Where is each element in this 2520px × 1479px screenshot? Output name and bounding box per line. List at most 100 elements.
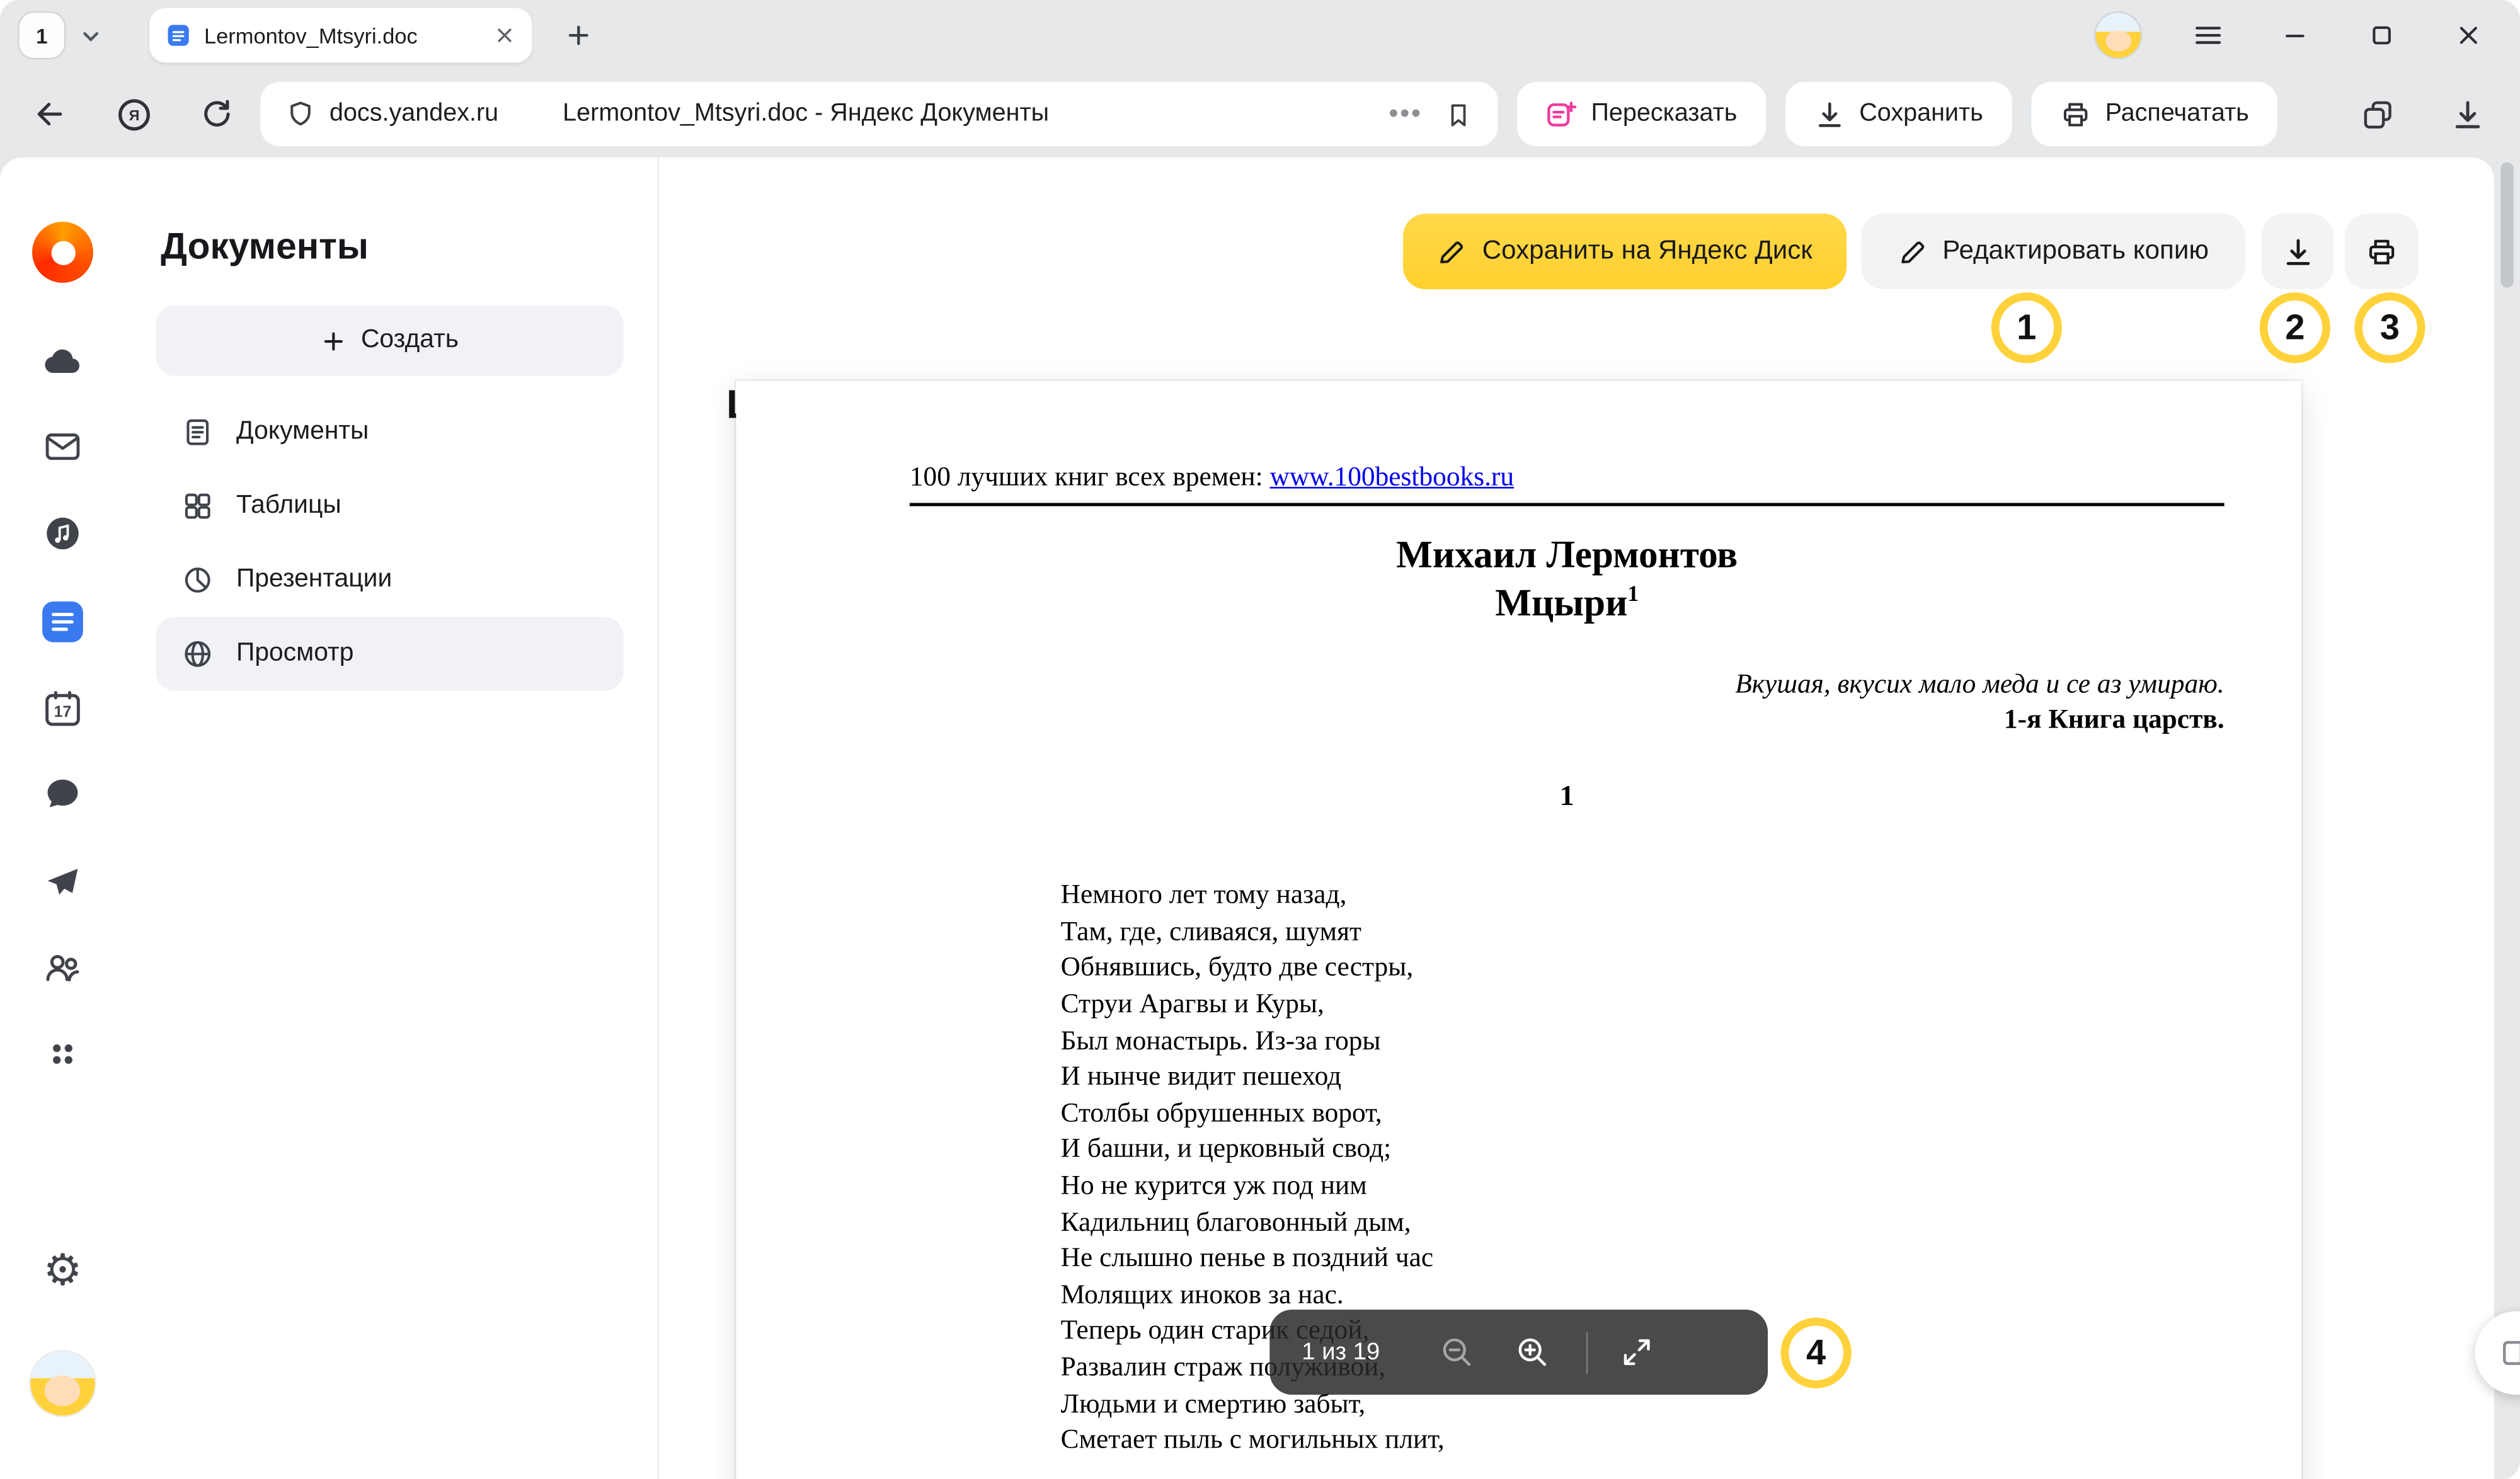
alice-button[interactable]	[30, 1351, 94, 1415]
tab-close-icon[interactable]	[493, 24, 516, 47]
annotation-circle-2: 2	[2260, 292, 2330, 363]
maximize-icon	[2369, 23, 2395, 49]
envelope-icon	[43, 426, 83, 467]
poem-line: Кадильниц благовонный дым,	[1061, 1204, 2225, 1241]
telegram-service-button[interactable]	[43, 862, 83, 903]
poem-title: Мцыри1	[910, 580, 2225, 629]
bookmark-icon[interactable]	[1445, 100, 1472, 127]
mail-service-button[interactable]	[43, 426, 83, 467]
disk-service-button[interactable]	[42, 341, 83, 382]
print-page-button[interactable]: Распечатать	[2031, 82, 2277, 146]
svg-text:Я: Я	[128, 106, 139, 123]
shield-icon	[286, 100, 315, 128]
sidebar-item-view[interactable]: Просмотр	[156, 617, 623, 691]
sidebar-item-label: Документы	[236, 418, 369, 447]
zoom-out-icon	[1438, 1333, 1475, 1371]
toolbar-divider	[1586, 1332, 1588, 1373]
calendar-service-button[interactable]: 17	[42, 688, 83, 729]
zoom-out-button[interactable]	[1438, 1333, 1475, 1371]
scrollbar-thumb[interactable]	[2500, 163, 2513, 288]
reload-icon	[199, 96, 234, 132]
new-tab-button[interactable]	[558, 14, 599, 56]
document-header: 100 лучших книг всех времен: www.100best…	[910, 461, 2225, 506]
poem-line: Сметает пыль с могильных плит,	[1061, 1422, 2225, 1459]
maximize-button[interactable]	[2362, 16, 2401, 55]
music-icon	[43, 513, 83, 554]
sidebar-item-label: Таблицы	[236, 492, 341, 521]
download-document-button[interactable]	[2261, 214, 2334, 289]
minimize-button[interactable]	[2276, 16, 2314, 55]
zoom-in-button[interactable]	[1513, 1333, 1550, 1371]
yandex-home-button[interactable]: Я	[113, 93, 154, 135]
downloads-panel-button[interactable]	[2446, 93, 2488, 135]
sidebar-nav: Документы Таблицы Презентации	[156, 396, 623, 691]
contacts-service-button[interactable]	[42, 947, 83, 988]
yandex-start-button[interactable]	[32, 222, 93, 283]
documents-service-button[interactable]	[38, 598, 87, 646]
epigraph: Вкушая, вкусих мало меда и се аз умираю.	[910, 667, 2225, 702]
music-service-button[interactable]	[43, 513, 83, 554]
document-favicon-icon	[166, 23, 192, 49]
tabs-dropdown-button[interactable]	[72, 18, 108, 53]
window-controls	[2096, 13, 2520, 57]
sidebar-item-label: Просмотр	[236, 639, 353, 668]
poem-line: И нынче видит пешеход	[1061, 1059, 2225, 1096]
address-more-icon[interactable]: •••	[1389, 98, 1422, 130]
side-panel-button[interactable]	[2356, 93, 2398, 135]
back-button[interactable]	[29, 93, 71, 135]
globe-icon	[181, 638, 214, 670]
gpt-summary-icon	[1546, 99, 1576, 129]
viewer-main: Lermontov_Mtsyri.doc Сохранить на Яндекс…	[659, 157, 2494, 1479]
print-label: Распечатать	[2105, 100, 2249, 128]
printer-icon	[2366, 236, 2398, 268]
tab-counter-button[interactable]: 1	[20, 13, 64, 57]
svg-text:17: 17	[54, 703, 72, 721]
active-tab[interactable]: Lermontov_Mtsyri.doc	[149, 8, 532, 63]
address-bar[interactable]: docs.yandex.ru Lermontov_Mtsyri.doc - Ян…	[260, 82, 1498, 146]
sidebar-item-tables[interactable]: Таблицы	[156, 469, 623, 543]
screenshot-stage: 1 Lermontov_Mtsyri.doc	[0, 0, 2520, 1479]
browser-menu-button[interactable]	[2189, 16, 2227, 55]
epigraph-source: 1-я Книга царств.	[910, 702, 2225, 738]
retell-button[interactable]: Пересказать	[1517, 82, 1766, 146]
pencil-icon	[1437, 237, 1466, 266]
download-icon	[1814, 99, 1845, 129]
reload-button[interactable]	[196, 93, 238, 135]
save-page-button[interactable]: Сохранить	[1785, 82, 2012, 146]
edit-copy-label: Редактировать копию	[1942, 236, 2209, 266]
collections-icon	[2360, 97, 2394, 131]
create-button[interactable]: Создать	[156, 306, 623, 376]
section-number: 1	[910, 780, 2225, 814]
save-to-disk-button[interactable]: Сохранить на Яндекс Диск	[1403, 214, 1847, 289]
page-scrollbar[interactable]	[2494, 157, 2520, 1479]
header-link[interactable]: www.100bestbooks.ru	[1270, 461, 1514, 491]
save-to-disk-label: Сохранить на Яндекс Диск	[1482, 236, 1813, 266]
chat-bubble-icon	[43, 774, 83, 814]
profile-avatar[interactable]	[2096, 13, 2141, 57]
print-document-button[interactable]	[2345, 214, 2419, 289]
downloads-icon	[2450, 97, 2484, 131]
printer-icon	[2060, 99, 2090, 129]
annotation-circle-1: 1	[1991, 292, 2062, 363]
fullscreen-button[interactable]	[1619, 1335, 1653, 1369]
grid-icon	[181, 490, 214, 522]
documents-blue-icon	[38, 598, 87, 646]
messenger-service-button[interactable]	[43, 774, 83, 814]
gear-icon: ⚙	[43, 1249, 83, 1293]
edit-copy-button[interactable]: Редактировать копию	[1861, 214, 2245, 289]
close-icon	[2456, 23, 2482, 49]
settings-button[interactable]: ⚙	[43, 1249, 83, 1293]
sidebar-item-presentations[interactable]: Презентации	[156, 543, 623, 617]
plus-icon	[321, 329, 345, 353]
expand-icon	[1619, 1335, 1653, 1369]
close-window-button[interactable]	[2449, 16, 2488, 55]
annotation-circle-4: 4	[1781, 1318, 1852, 1388]
zoom-in-icon	[1513, 1333, 1550, 1371]
paper-plane-icon	[43, 862, 83, 903]
annotation-circle-3: 3	[2354, 292, 2425, 363]
sidebar-item-documents[interactable]: Документы	[156, 396, 623, 469]
poem-line: Но не курится уж под ним	[1061, 1168, 2225, 1204]
sidebar-item-label: Презентации	[236, 566, 392, 595]
page-indicator: 1 из 19	[1302, 1339, 1380, 1366]
all-services-button[interactable]	[43, 1034, 83, 1075]
